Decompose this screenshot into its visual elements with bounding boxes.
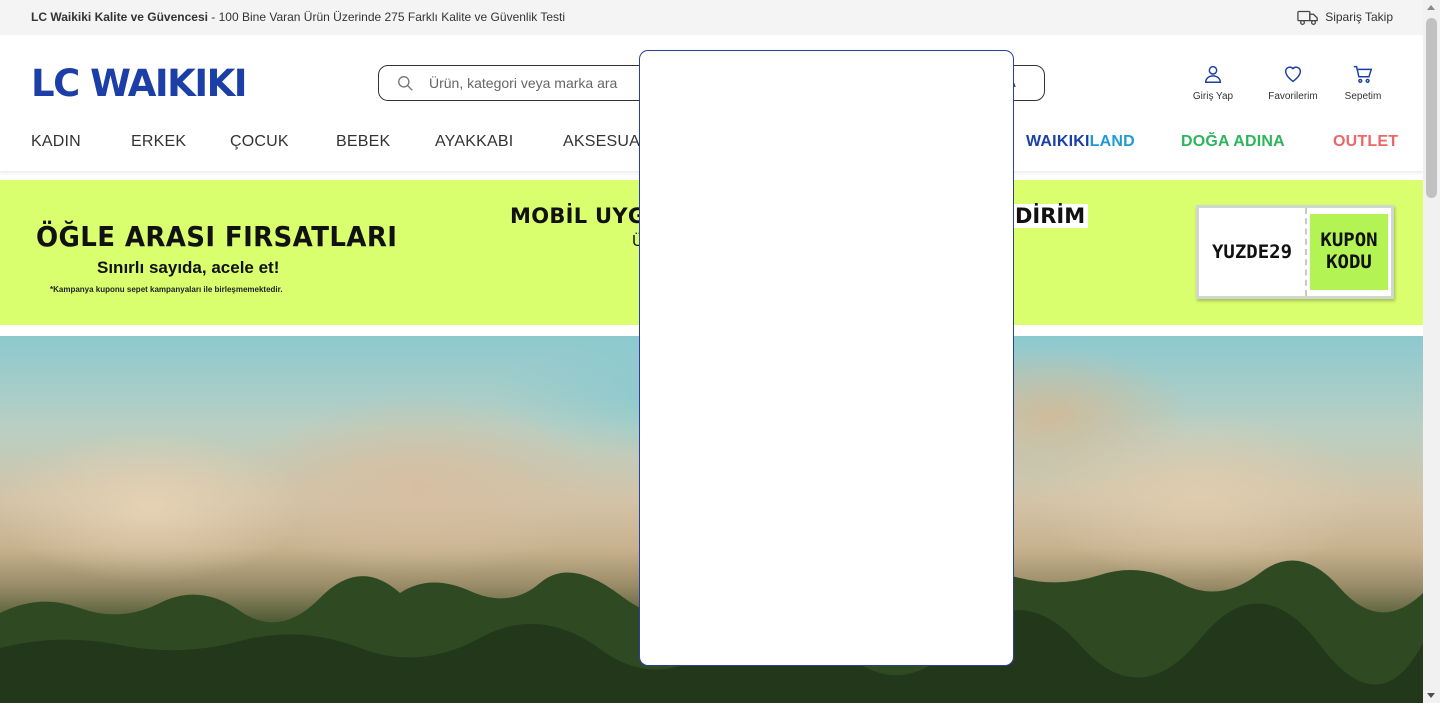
nav-item-doga-adina[interactable]: DOĞA ADINA bbox=[1181, 133, 1285, 151]
order-tracking-label: Sipariş Takip bbox=[1325, 10, 1393, 24]
coupon-label-line2: KODU bbox=[1326, 251, 1372, 273]
header-actions: Giriş Yap Favorilerim Sepetim bbox=[1173, 63, 1393, 102]
nav-item-waikikiland[interactable]: WAIKIKILAND bbox=[1026, 133, 1135, 151]
promo-bold-text: LC Waikiki Kalite ve Güvencesi bbox=[31, 10, 208, 24]
page-scrollbar[interactable] bbox=[1423, 0, 1440, 703]
nav-item-bebek[interactable]: BEBEK bbox=[336, 133, 390, 151]
heart-icon bbox=[1284, 66, 1302, 83]
empty-popup-modal[interactable] bbox=[639, 50, 1014, 666]
cart-icon bbox=[1353, 65, 1373, 83]
banner-title: ÖĞLE ARASI FIRSATLARI bbox=[36, 220, 398, 253]
cart-label: Sepetim bbox=[1344, 91, 1382, 102]
favorites-label: Favorilerim bbox=[1268, 91, 1318, 102]
login-label: Giriş Yap bbox=[1192, 91, 1234, 102]
nav-item-kadin[interactable]: KADIN bbox=[31, 133, 81, 151]
nav-item-ayakkabi[interactable]: AYAKKABI bbox=[435, 133, 513, 151]
scroll-up-arrow-icon[interactable] bbox=[1427, 5, 1435, 10]
page: LC Waikiki Kalite ve Güvencesi - 100 Bin… bbox=[0, 0, 1440, 703]
coupon-label: KUPON KODU bbox=[1310, 214, 1388, 290]
order-tracking-link[interactable]: Sipariş Takip bbox=[1297, 8, 1393, 26]
favorites-button[interactable]: Favorilerim bbox=[1253, 63, 1333, 102]
coupon-label-line1: KUPON bbox=[1320, 229, 1378, 252]
login-button[interactable]: Giriş Yap bbox=[1173, 63, 1253, 102]
user-icon bbox=[1204, 65, 1222, 83]
truck-icon bbox=[1297, 10, 1318, 25]
coupon-ticket: YUZDE29 KUPON KODU bbox=[1196, 205, 1394, 299]
search-icon[interactable] bbox=[397, 75, 414, 92]
promo-rest-text: - 100 Bine Varan Ürün Üzerinde 275 Farkl… bbox=[207, 10, 566, 24]
nav-item-cocuk[interactable]: ÇOCUK bbox=[230, 133, 289, 151]
banner-note: *Kampanya kuponu sepet kampanyaları ile … bbox=[50, 285, 283, 294]
scroll-down-arrow-icon[interactable] bbox=[1427, 693, 1435, 698]
nav-item-outlet[interactable]: OUTLET bbox=[1333, 133, 1398, 151]
coupon-code: YUZDE29 bbox=[1199, 208, 1307, 296]
cart-button[interactable]: Sepetim bbox=[1333, 63, 1393, 102]
banner-discount-text: DİRİM bbox=[1012, 204, 1089, 228]
quality-promo-text[interactable]: LC Waikiki Kalite ve Güvencesi - 100 Bin… bbox=[31, 10, 565, 24]
nav-item-erkek[interactable]: ERKEK bbox=[131, 133, 186, 151]
top-announcement-bar: LC Waikiki Kalite ve Güvencesi - 100 Bin… bbox=[0, 0, 1423, 35]
waikikiland-part2: LAND bbox=[1089, 133, 1135, 150]
scrollbar-thumb[interactable] bbox=[1426, 18, 1437, 198]
waikikiland-part1: WAIKIKI bbox=[1026, 133, 1090, 150]
banner-subtitle: Sınırlı sayıda, acele et! bbox=[97, 258, 280, 277]
lc-waikiki-logo[interactable]: LC WAIKIKI bbox=[31, 65, 248, 102]
